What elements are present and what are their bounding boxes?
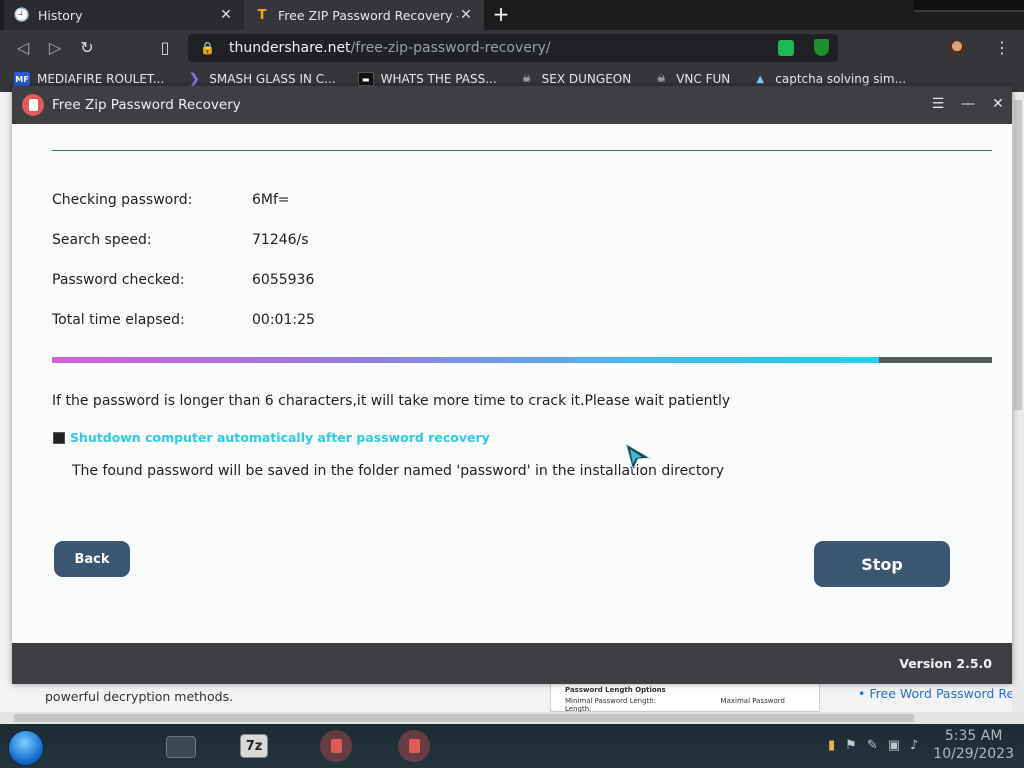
tray-folder-icon[interactable]: ▮ bbox=[828, 738, 835, 753]
back-button[interactable]: Back bbox=[54, 541, 130, 577]
window-decoration bbox=[914, 0, 1024, 12]
stop-button[interactable]: Stop bbox=[814, 541, 950, 587]
search-speed-value: 71246/s bbox=[252, 232, 309, 248]
back-nav-icon[interactable]: ◁ bbox=[12, 38, 34, 60]
extension-green-icon[interactable] bbox=[778, 40, 794, 56]
mouse-cursor-icon bbox=[625, 442, 652, 472]
browser-toolbar: ◁ ▷ ↻ ▯ 🔒 thundershare.net/free-zip-pass… bbox=[0, 30, 1024, 66]
shield-extension-icon[interactable] bbox=[814, 39, 829, 56]
tab-history[interactable]: 🕘 History ✕ bbox=[4, 0, 244, 30]
scrollbar-thumb[interactable] bbox=[14, 714, 914, 722]
address-bar[interactable]: 🔒 thundershare.net/free-zip-password-rec… bbox=[188, 34, 838, 62]
shutdown-checkbox[interactable] bbox=[53, 432, 65, 444]
taskbar: 7z ▮ ⚑ ✎ ▣ ♪ 5:35 AM 10/29/2023 bbox=[0, 724, 1024, 768]
close-tab-icon[interactable]: ✕ bbox=[458, 7, 474, 23]
lock-icon: 🔒 bbox=[200, 41, 215, 55]
tray-volume-icon[interactable]: ♪ bbox=[910, 738, 918, 753]
vertical-scrollbar[interactable] bbox=[1012, 92, 1024, 712]
bookmark-captcha-solving[interactable]: ▲ captcha solving sim... bbox=[752, 72, 906, 86]
forward-nav-icon[interactable]: ▷ bbox=[44, 38, 66, 60]
system-tray: ▮ ⚑ ✎ ▣ ♪ bbox=[828, 738, 918, 753]
webpage-text: powerful decryption methods. bbox=[45, 689, 234, 704]
start-button[interactable] bbox=[8, 730, 44, 766]
arch-icon: ▲ bbox=[756, 73, 765, 85]
tab-free-zip-password-recovery[interactable]: T Free ZIP Password Recovery - A sc ✕ bbox=[244, 0, 484, 30]
wait-notice: If the password is longer than 6 charact… bbox=[52, 393, 731, 409]
tray-network-icon[interactable]: ▣ bbox=[888, 738, 900, 753]
scrollbar-thumb[interactable] bbox=[1014, 100, 1022, 410]
password-recovery-window: Free Zip Password Recovery ☰ — ✕ Checkin… bbox=[12, 86, 1012, 684]
skull-icon: ☠ bbox=[522, 73, 532, 85]
taskbar-window-icon[interactable] bbox=[166, 736, 196, 758]
terminal-icon: ▬ bbox=[357, 72, 374, 86]
password-checked-value: 6055936 bbox=[252, 272, 315, 288]
tray-flag-icon[interactable]: ⚑ bbox=[845, 738, 857, 753]
time-elapsed-value: 00:01:25 bbox=[252, 312, 315, 328]
hamburger-menu-icon[interactable]: ☰ bbox=[928, 94, 948, 114]
close-icon[interactable]: ✕ bbox=[988, 94, 1008, 114]
webpage-link[interactable]: • Free Word Password Re bbox=[858, 686, 1014, 701]
bookmark-icon[interactable]: ▯ bbox=[154, 38, 176, 60]
browser-menu-icon[interactable]: ⋮ bbox=[994, 38, 1010, 57]
taskbar-zip-recovery-icon-2[interactable] bbox=[398, 730, 430, 762]
close-tab-icon[interactable]: ✕ bbox=[218, 7, 234, 23]
bookmark-vnc-fun[interactable]: ☠ VNC FUN bbox=[653, 72, 731, 86]
new-tab-button[interactable]: + bbox=[490, 4, 512, 26]
top-divider bbox=[52, 150, 992, 151]
taskbar-zip-recovery-icon[interactable] bbox=[320, 730, 352, 762]
app-footer: Version 2.5.0 bbox=[12, 643, 1012, 684]
taskbar-clock[interactable]: 5:35 AM 10/29/2023 bbox=[933, 727, 1014, 763]
horizontal-scrollbar[interactable] bbox=[0, 712, 1024, 724]
shutdown-checkbox-label[interactable]: Shutdown computer automatically after pa… bbox=[70, 430, 490, 445]
bookmark-sex-dungeon[interactable]: ☠ SEX DUNGEON bbox=[519, 72, 631, 86]
visual-studio-icon: ❯ bbox=[188, 71, 201, 87]
profile-avatar[interactable] bbox=[948, 39, 966, 57]
bookmark-smash-glass[interactable]: ❯ SMASH GLASS IN C... bbox=[186, 71, 335, 87]
app-title: Free Zip Password Recovery bbox=[52, 97, 241, 113]
app-logo-icon bbox=[22, 94, 44, 116]
app-titlebar: Free Zip Password Recovery ☰ — ✕ bbox=[12, 86, 1012, 124]
version-label: Version 2.5.0 bbox=[899, 656, 992, 671]
checking-password-value: 6Mf= bbox=[252, 192, 290, 208]
tray-wrench-icon[interactable]: ✎ bbox=[867, 738, 878, 753]
skull-icon: ☠ bbox=[656, 73, 666, 85]
reload-icon[interactable]: ↻ bbox=[76, 38, 98, 60]
minimize-icon[interactable]: — bbox=[958, 94, 978, 114]
bookmark-mediafire[interactable]: MF MEDIAFIRE ROULET... bbox=[14, 72, 164, 86]
thundershare-favicon-icon: T bbox=[257, 7, 267, 23]
progress-bar bbox=[52, 357, 992, 363]
browser-tab-bar: 🕘 History ✕ T Free ZIP Password Recovery… bbox=[0, 0, 1024, 30]
taskbar-7zip-icon[interactable]: 7z bbox=[240, 734, 268, 758]
progress-fill bbox=[52, 357, 880, 363]
webpage-screenshot: Password Length Options Minimal Password… bbox=[550, 682, 820, 713]
bookmark-whats-the-pass[interactable]: ▬ WHATS THE PASS... bbox=[357, 72, 497, 86]
history-icon: 🕘 bbox=[13, 7, 31, 23]
mediafire-icon: MF bbox=[14, 72, 30, 86]
